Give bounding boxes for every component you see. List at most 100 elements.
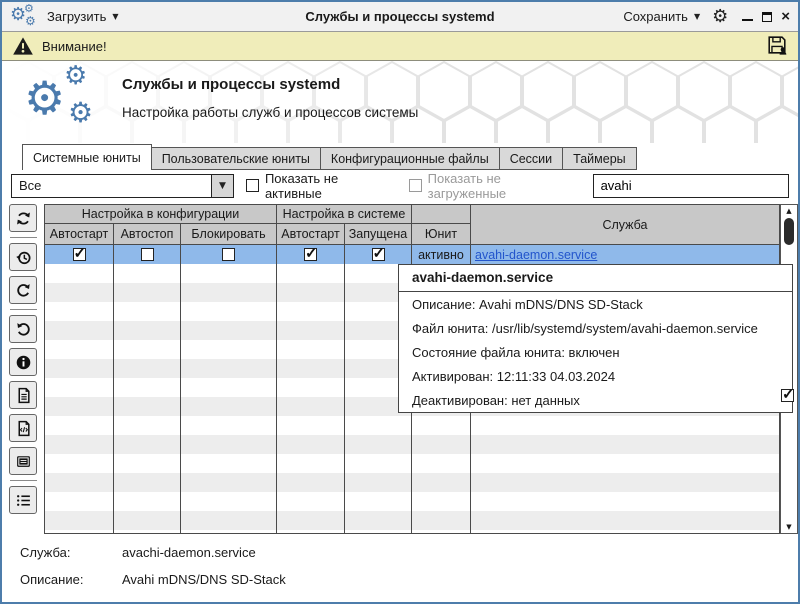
table-row-empty [45, 473, 779, 492]
window-title: Службы и процессы systemd [245, 9, 555, 24]
table-row-empty [45, 416, 779, 435]
table-cell-empty [471, 530, 779, 534]
floppy-save-icon [766, 34, 788, 56]
group-header-system: Настройка в системе [277, 205, 412, 224]
tooltip-description: Описание: Avahi mDNS/DNS SD-Stack [399, 292, 792, 316]
tooltip-title: avahi-daemon.service [399, 265, 792, 292]
table-cell-empty [277, 530, 345, 534]
settings-gear-icon[interactable]: ⚙ [712, 8, 728, 26]
column-header-autostart-config: Автостарт [45, 224, 114, 245]
table-cell-empty [181, 378, 277, 397]
table-cell-empty [345, 435, 412, 454]
column-header-unit: Юнит [412, 224, 471, 245]
maximize-button[interactable] [762, 12, 772, 22]
filter-row: Все ▼ Показать не активные Показать не з… [2, 170, 798, 201]
service-link[interactable]: avahi-daemon.service [475, 248, 597, 262]
table-cell-empty [471, 416, 779, 435]
table-row-empty [45, 454, 779, 473]
table-row-empty [45, 435, 779, 454]
table-cell-empty [181, 321, 277, 340]
autostop-checkbox[interactable] [141, 248, 154, 261]
load-menu-button[interactable]: Загрузить ▼ [47, 9, 119, 24]
table-cell-empty [181, 435, 277, 454]
save-units-button[interactable] [766, 34, 788, 59]
undo-button[interactable] [9, 315, 37, 343]
document-button[interactable] [9, 381, 37, 409]
scrollbar-thumb[interactable] [784, 218, 794, 245]
table-cell-empty [181, 416, 277, 435]
table-cell-empty [181, 302, 277, 321]
table-cell-empty [471, 511, 779, 530]
tab-user-units[interactable]: Пользовательские юниты [152, 147, 321, 170]
undo-icon [15, 321, 32, 338]
minimize-button[interactable] [742, 13, 753, 21]
table-cell-empty [181, 492, 277, 511]
table-cell-empty [45, 378, 114, 397]
warning-bar: Внимание! [2, 32, 798, 61]
refresh-icon [15, 210, 32, 227]
search-input[interactable] [593, 174, 789, 198]
running-checkbox[interactable] [372, 248, 385, 261]
unit-file-button[interactable] [9, 414, 37, 442]
app-window: ⚙ ⚙ ⚙ Загрузить ▼ Службы и процессы syst… [0, 0, 800, 604]
scroll-down-icon[interactable]: ▼ [781, 523, 797, 531]
table-cell-empty [471, 473, 779, 492]
table-cell-empty [114, 283, 181, 302]
column-header-autostart-system: Автостарт [277, 224, 345, 245]
tooltip-deactivated: Деактивирован: нет данных [399, 388, 792, 412]
history-restore-button[interactable] [9, 243, 37, 271]
status-service-label: Служба: [20, 545, 122, 560]
tab-system-units[interactable]: Системные юниты [22, 144, 152, 170]
table-cell-empty [345, 416, 412, 435]
table-cell-empty [181, 359, 277, 378]
show-inactive-checkbox[interactable] [246, 179, 259, 192]
tab-config-files[interactable]: Конфигурационные файлы [321, 147, 500, 170]
table-cell-empty [45, 264, 114, 283]
table-cell-empty [181, 473, 277, 492]
info-icon [15, 354, 32, 371]
list-icon [15, 492, 32, 509]
table-cell-empty [412, 435, 471, 454]
tab-timers[interactable]: Таймеры [563, 147, 637, 170]
autostart-system-checkbox[interactable] [304, 248, 317, 261]
toolbar-separator [10, 480, 37, 481]
info-button[interactable] [9, 348, 37, 376]
column-header-running: Запущена [345, 224, 412, 245]
table-cell-empty [277, 435, 345, 454]
journal-button[interactable] [9, 447, 37, 475]
table-row-avahi[interactable]: активно avahi-daemon.service [45, 245, 779, 264]
chevron-down-icon: ▼ [694, 12, 700, 21]
table-cell-empty [45, 454, 114, 473]
document-icon [15, 387, 32, 404]
row-select-checkbox[interactable] [781, 389, 794, 402]
autostart-config-checkbox[interactable] [73, 248, 86, 261]
table-cell-empty [471, 454, 779, 473]
table-cell-empty [45, 473, 114, 492]
refresh-button[interactable] [9, 204, 37, 232]
group-header-empty [412, 205, 471, 224]
column-header-autostop: Автостоп [114, 224, 181, 245]
tooltip-activated: Активирован: 12:11:33 04.03.2024 [399, 364, 792, 388]
titlebar: ⚙ ⚙ ⚙ Загрузить ▼ Службы и процессы syst… [2, 2, 798, 32]
table-cell-empty [412, 511, 471, 530]
category-combobox-value: Все [19, 178, 41, 193]
page-subtitle: Настройка работы служб и процессов систе… [122, 105, 418, 120]
table-cell-empty [181, 283, 277, 302]
scroll-up-icon[interactable]: ▲ [781, 207, 797, 215]
show-inactive-checkbox-group[interactable]: Показать не активные [246, 171, 397, 201]
table-cell-empty [114, 321, 181, 340]
page-title: Службы и процессы systemd [122, 76, 418, 93]
save-menu-button[interactable]: Сохранить ▼ [623, 9, 700, 24]
table-cell-empty [45, 397, 114, 416]
combobox-dropdown-button[interactable]: ▼ [211, 175, 233, 197]
redo-button[interactable] [9, 276, 37, 304]
table-cell-empty [345, 511, 412, 530]
show-inactive-label: Показать не активные [265, 171, 397, 201]
close-button[interactable]: × [781, 9, 790, 24]
tab-sessions[interactable]: Сессии [500, 147, 563, 170]
category-combobox[interactable]: Все ▼ [11, 174, 234, 198]
table-cell-empty [412, 492, 471, 511]
block-checkbox[interactable] [222, 248, 235, 261]
warning-label: Внимание! [42, 39, 107, 54]
list-button[interactable] [9, 486, 37, 514]
